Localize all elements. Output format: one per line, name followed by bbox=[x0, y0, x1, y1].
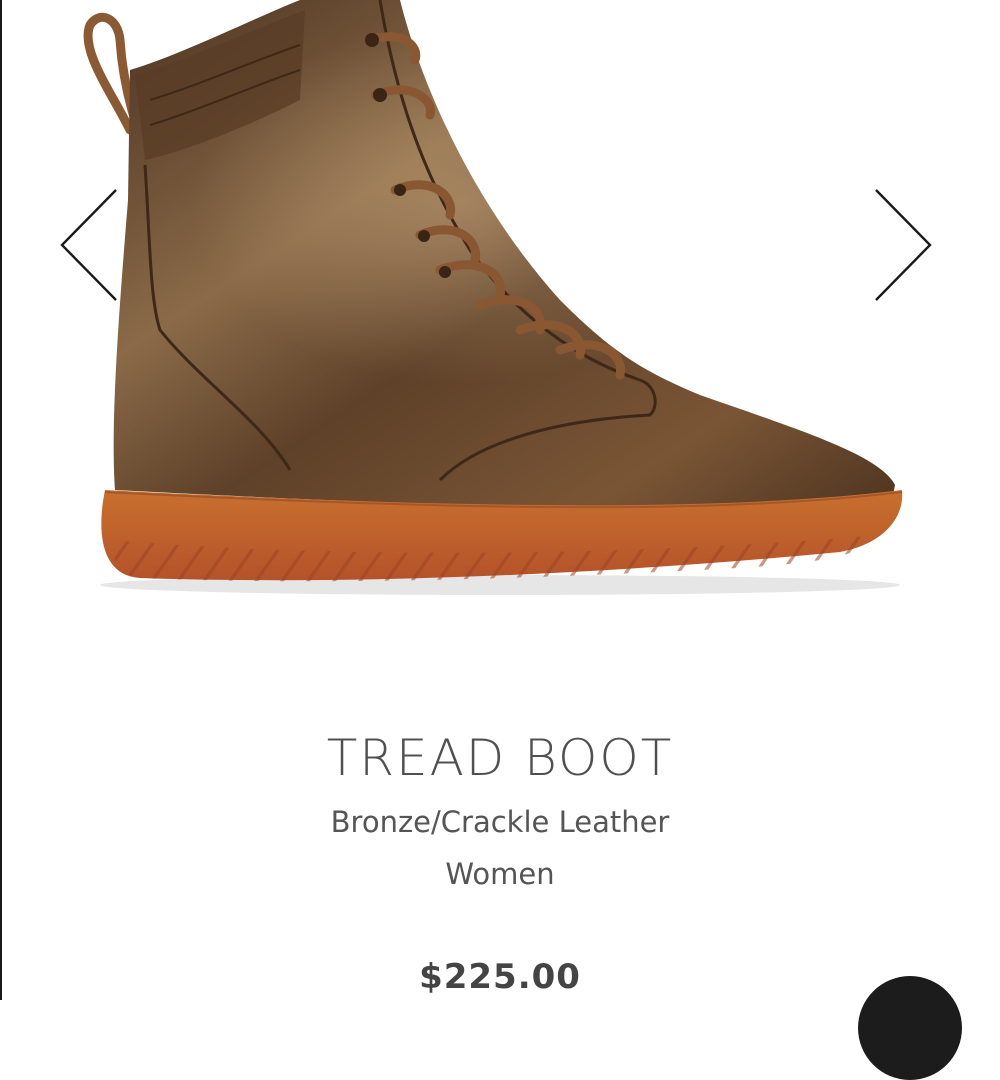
previous-image-button[interactable] bbox=[50, 180, 120, 310]
product-variant: Bronze/Crackle Leather bbox=[330, 805, 670, 839]
product-price: $225.00 bbox=[419, 957, 581, 997]
chevron-left-icon bbox=[60, 189, 117, 301]
product-info: TREAD BOOT Bronze/Crackle Leather Women bbox=[0, 720, 1000, 894]
chevron-right-icon bbox=[875, 189, 932, 301]
chat-button[interactable] bbox=[858, 976, 962, 1080]
product-title: TREAD BOOT bbox=[326, 729, 674, 787]
next-image-button[interactable] bbox=[868, 180, 938, 310]
product-gallery bbox=[0, 0, 1000, 640]
product-image bbox=[83, 0, 903, 595]
product-gender: Women bbox=[445, 857, 555, 891]
